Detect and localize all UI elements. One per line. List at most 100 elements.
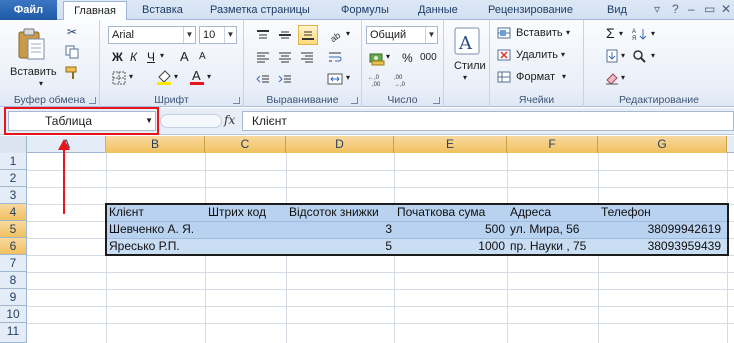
column-header-c[interactable]: C — [205, 136, 286, 153]
decrease-indent-icon[interactable] — [254, 70, 272, 88]
orientation-dropdown-icon[interactable]: ▾ — [346, 29, 350, 38]
currency-dropdown-icon[interactable]: ▾ — [386, 52, 390, 61]
currency-icon[interactable] — [368, 50, 386, 68]
shrink-font-button[interactable]: A — [199, 51, 206, 62]
row-header-10[interactable]: 10 — [0, 306, 27, 323]
align-left-icon[interactable] — [254, 48, 272, 66]
merge-dropdown-icon[interactable]: ▾ — [346, 73, 350, 82]
borders-dropdown-icon[interactable]: ▾ — [129, 72, 133, 81]
insert-function-button[interactable]: fx — [224, 113, 235, 127]
tab-home[interactable]: Главная — [63, 1, 127, 21]
tab-view[interactable]: Вид — [607, 3, 627, 20]
cut-icon[interactable]: ✂ — [64, 24, 80, 40]
borders-icon[interactable] — [110, 70, 128, 86]
row-header-9[interactable]: 9 — [0, 289, 27, 306]
minimize-ribbon-icon[interactable]: ▿ — [654, 2, 660, 16]
tab-page-layout[interactable]: Разметка страницы — [210, 3, 310, 20]
decrease-decimal-icon[interactable]: ,00 →,0 — [394, 72, 416, 88]
increase-indent-icon[interactable] — [276, 70, 294, 88]
tab-review[interactable]: Рецензирование — [488, 3, 573, 20]
styles-icon[interactable]: A — [453, 26, 481, 56]
font-name-select[interactable]: Arial ▼ — [108, 26, 196, 44]
clear-dropdown-icon[interactable]: ▾ — [621, 73, 625, 82]
merge-center-icon[interactable] — [326, 70, 344, 88]
wrap-text-icon[interactable] — [326, 48, 344, 66]
alignment-launcher-icon[interactable] — [351, 97, 358, 104]
fill-dropdown-icon[interactable]: ▾ — [621, 51, 625, 60]
column-header-f[interactable]: F — [507, 136, 598, 153]
row-header-6[interactable]: 6 — [0, 238, 27, 255]
row-header-5[interactable]: 5 — [0, 221, 27, 238]
paste-dropdown-icon[interactable]: ▾ — [39, 79, 43, 88]
tab-file[interactable]: Файл — [0, 0, 57, 20]
formula-bar-splitter[interactable] — [160, 114, 222, 128]
row-header-1[interactable]: 1 — [0, 153, 27, 170]
find-select-icon[interactable] — [632, 48, 650, 64]
column-header-d[interactable]: D — [286, 136, 394, 153]
fill-color-icon[interactable] — [155, 68, 173, 86]
align-bottom-icon[interactable] — [298, 25, 318, 45]
row-header-11[interactable]: 11 — [0, 323, 27, 343]
insert-cells-icon[interactable] — [496, 26, 512, 40]
underline-dropdown-icon[interactable]: ▾ — [160, 51, 164, 60]
align-right-icon[interactable] — [298, 48, 316, 66]
font-color-dropdown-icon[interactable]: ▾ — [207, 72, 211, 81]
tab-data[interactable]: Данные — [418, 3, 458, 20]
number-format-select[interactable]: Общий ▼ — [366, 26, 438, 44]
font-launcher-icon[interactable] — [233, 97, 240, 104]
align-center-icon[interactable] — [276, 48, 294, 66]
grow-font-button[interactable]: A — [180, 49, 189, 64]
window-minimize-icon[interactable]: – — [688, 2, 695, 16]
row-header-3[interactable]: 3 — [0, 187, 27, 204]
row-header-2[interactable]: 2 — [0, 170, 27, 187]
percent-button[interactable]: % — [402, 51, 413, 65]
delete-cells-icon[interactable] — [496, 48, 512, 62]
number-launcher-icon[interactable] — [433, 97, 440, 104]
format-cells-icon[interactable] — [496, 70, 512, 84]
format-painter-icon[interactable] — [64, 65, 80, 81]
paste-icon[interactable] — [14, 26, 48, 62]
font-size-select[interactable]: 10 ▼ — [199, 26, 237, 44]
row-header-4[interactable]: 4 — [0, 204, 27, 221]
delete-cells-dropdown-icon[interactable]: ▾ — [561, 50, 565, 59]
column-header-g[interactable]: G — [598, 136, 727, 153]
fill-color-dropdown-icon[interactable]: ▾ — [174, 72, 178, 81]
tab-insert[interactable]: Вставка — [142, 3, 183, 20]
increase-decimal-icon[interactable]: ←,0,00 — [368, 72, 390, 88]
row-header-8[interactable]: 8 — [0, 272, 27, 289]
clipboard-launcher-icon[interactable] — [89, 97, 96, 104]
styles-button-label[interactable]: Стили — [454, 60, 486, 72]
tab-formulas[interactable]: Формулы — [341, 3, 389, 20]
column-header-b[interactable]: B — [106, 136, 205, 153]
copy-icon[interactable] — [64, 44, 80, 60]
delete-cells-button[interactable]: Удалить — [516, 49, 558, 61]
help-icon[interactable]: ? — [672, 2, 679, 16]
window-close-icon[interactable]: ✕ — [721, 2, 731, 16]
find-select-dropdown-icon[interactable]: ▾ — [651, 51, 655, 60]
column-header-e[interactable]: E — [394, 136, 507, 153]
worksheet[interactable]: A B C D E F G 1 2 3 4 5 6 7 8 9 10 11 Кл… — [0, 136, 734, 343]
insert-cells-button[interactable]: Вставить — [516, 27, 563, 39]
font-color-icon[interactable]: A — [188, 67, 206, 87]
format-cells-button[interactable]: Формат — [516, 71, 555, 83]
sort-filter-dropdown-icon[interactable]: ▾ — [651, 29, 655, 38]
insert-cells-dropdown-icon[interactable]: ▾ — [566, 28, 570, 37]
orientation-icon[interactable]: ab — [326, 26, 344, 44]
align-top-icon[interactable] — [254, 26, 272, 44]
window-restore-icon[interactable]: ▭ — [704, 2, 715, 16]
bold-button[interactable]: Ж — [112, 50, 123, 64]
styles-dropdown-icon[interactable]: ▾ — [463, 73, 467, 82]
formula-input[interactable]: Клієнт — [242, 111, 734, 131]
underline-button[interactable]: Ч — [147, 50, 155, 64]
fill-icon[interactable] — [604, 48, 620, 64]
autosum-icon[interactable]: Σ — [606, 25, 615, 41]
sort-filter-icon[interactable]: AЯ — [632, 26, 650, 42]
thousands-separator-button[interactable]: 000 — [420, 52, 437, 63]
align-middle-icon[interactable] — [276, 26, 294, 44]
paste-button-label[interactable]: Вставить — [10, 66, 57, 78]
select-all-corner[interactable] — [0, 136, 27, 153]
clear-icon[interactable] — [604, 70, 620, 86]
row-header-7[interactable]: 7 — [0, 255, 27, 272]
format-cells-dropdown-icon[interactable]: ▾ — [562, 72, 566, 81]
autosum-dropdown-icon[interactable]: ▾ — [619, 29, 623, 38]
